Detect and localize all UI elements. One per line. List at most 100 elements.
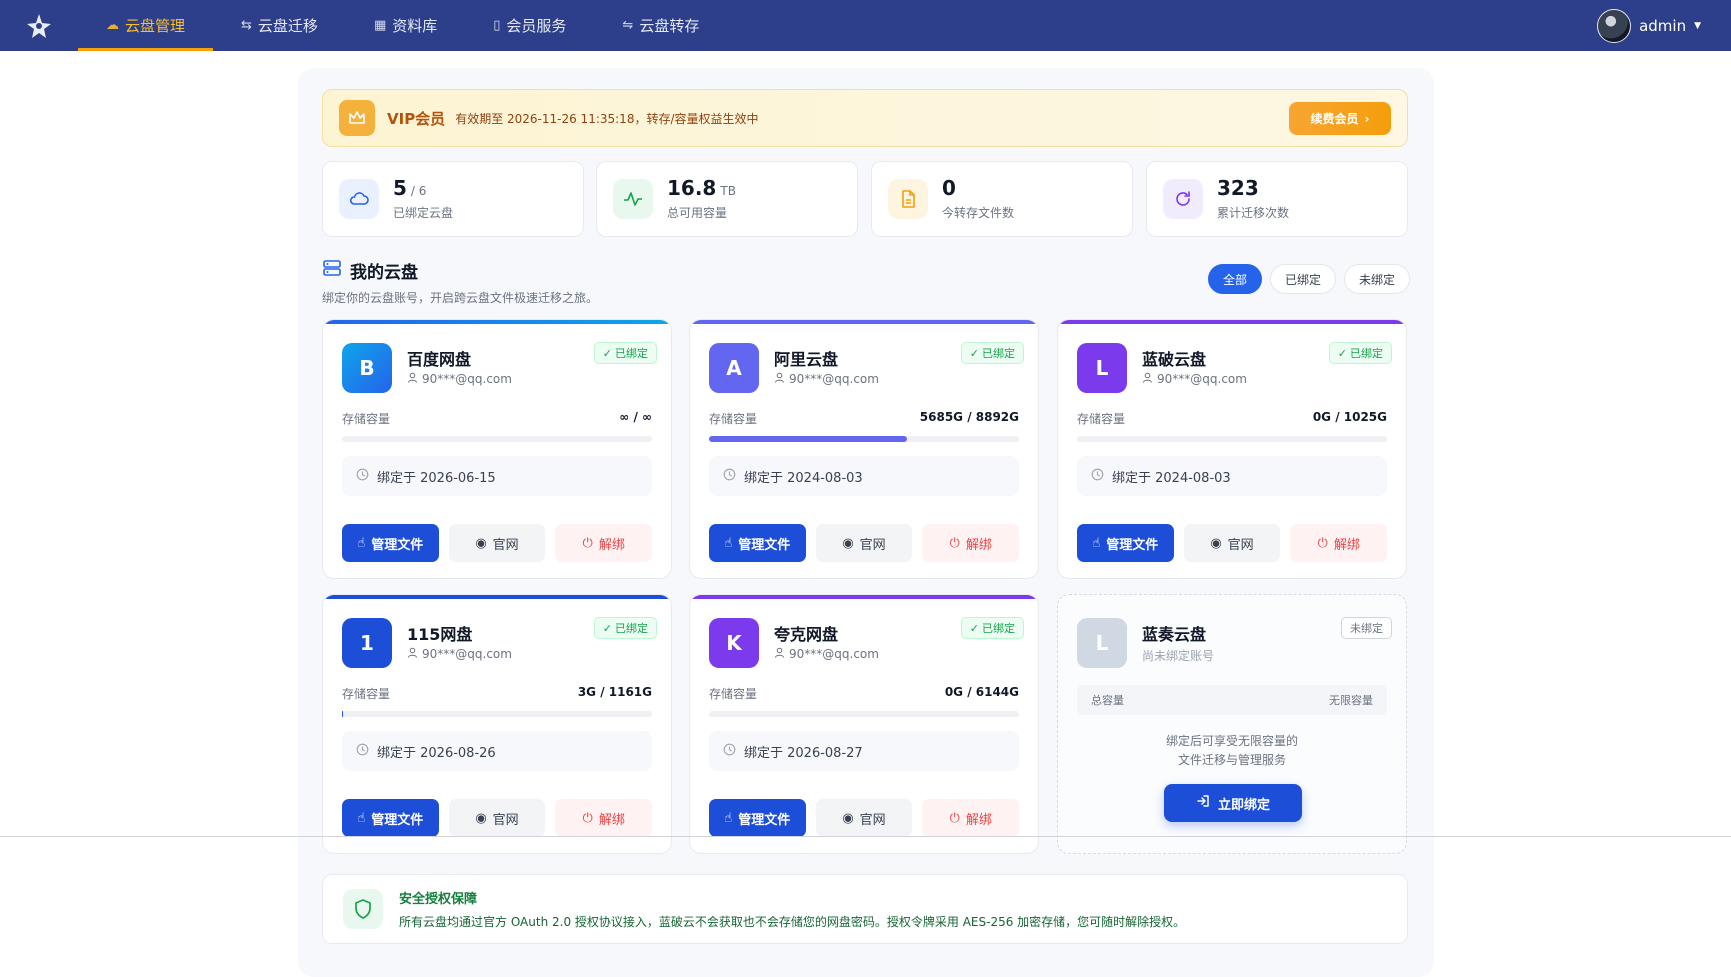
unbind-button[interactable]: ⏻ 解绑 (922, 799, 1020, 837)
drive-name: 115网盘 (407, 625, 473, 644)
bind-now-button[interactable]: 立即绑定 (1164, 784, 1302, 822)
card-actions: ☝ 管理文件 ◉ 官网 ⏻ 解绑 (342, 524, 653, 562)
nav-label: 会员服务 (506, 17, 567, 35)
nav-item-cloud-manage[interactable]: ☁ 云盘管理 (78, 0, 214, 51)
nav-item-cloud-save[interactable]: ⇋ 云盘转存 (594, 0, 727, 51)
nav-item-membership[interactable]: ▯ 会员服务 (465, 0, 594, 51)
unbind-button[interactable]: ⏻ 解绑 (1290, 524, 1388, 562)
account-text: 90***@qq.com (422, 647, 512, 661)
check-icon: ✓ (602, 621, 612, 635)
capacity-value: 无限容量 (1329, 694, 1373, 707)
clock-icon (356, 743, 369, 760)
manage-files-label: 管理文件 (738, 812, 791, 828)
status-badge: 未绑定 (1341, 617, 1392, 639)
chevron-right-icon: › (1364, 111, 1370, 126)
stat-value: 16.8 (667, 175, 717, 200)
power-icon: ⏻ (949, 535, 960, 551)
capacity-value: 0G / 6144G (944, 685, 1019, 699)
manage-files-button[interactable]: ☝ 管理文件 (709, 799, 806, 837)
user-menu[interactable]: admin ▼ (1597, 0, 1701, 51)
status-badge: ✓ 已绑定 (593, 617, 657, 639)
renew-button[interactable]: 续费会员 › (1289, 102, 1391, 135)
drive-account: 90***@qq.com (407, 647, 512, 661)
check-icon: ✓ (602, 346, 612, 360)
clock-icon (1091, 468, 1104, 485)
drive-account: 尚未绑定账号 (1142, 649, 1215, 663)
drive-card-115: 1 115网盘 90***@qq.com ✓ 已绑定 存储容量 3G / 116… (322, 594, 672, 854)
status-label: 已绑定 (982, 347, 1015, 360)
avatar[interactable] (1597, 8, 1632, 43)
capacity-bar (709, 711, 1019, 717)
status-label: 已绑定 (982, 622, 1015, 635)
official-site-button[interactable]: ◉ 官网 (815, 799, 913, 837)
official-site-label: 官网 (859, 537, 886, 553)
user-name: admin (1639, 16, 1687, 35)
nav-item-cloud-migrate[interactable]: ⇆ 云盘迁移 (213, 0, 346, 51)
official-site-label: 官网 (859, 812, 886, 828)
drive-name: 蓝破云盘 (1142, 350, 1207, 369)
nav-label: 云盘迁移 (257, 17, 318, 35)
transfer-icon: ⇆ (241, 18, 252, 33)
stat-total-capacity: 16.8 TB 总可用容量 (596, 161, 858, 237)
official-site-button[interactable]: ◉ 官网 (1183, 524, 1281, 562)
capacity-bar (1077, 436, 1387, 442)
manage-files-label: 管理文件 (1106, 537, 1159, 553)
unbind-button[interactable]: ⏻ 解绑 (555, 524, 653, 562)
activity-icon (613, 179, 653, 219)
cloud-icon (339, 179, 379, 219)
stat-label: 今转存文件数 (942, 205, 1015, 220)
eye-icon: ◉ (1210, 535, 1222, 551)
unbind-label: 解绑 (598, 812, 625, 828)
bind-date-text: 绑定于 2024-08-03 (1112, 470, 1231, 486)
capacity-label: 存储容量 (709, 412, 758, 426)
status-label: 已绑定 (615, 622, 648, 635)
capacity-row: 存储容量 0G / 1025G (1077, 410, 1387, 427)
hand-icon: ☝ (357, 810, 366, 826)
status-badge: ✓ 已绑定 (960, 342, 1024, 364)
renew-label: 续费会员 (1310, 112, 1359, 126)
user-icon (774, 647, 785, 661)
official-site-button[interactable]: ◉ 官网 (448, 524, 546, 562)
capacity-value: ∞ / ∞ (619, 410, 652, 424)
filter-unbound[interactable]: 未绑定 (1343, 264, 1410, 294)
drive-logo: K (709, 618, 759, 668)
drive-account: 90***@qq.com (774, 647, 879, 661)
stat-migrations: 323 累计迁移次数 (1146, 161, 1408, 237)
bind-date: 绑定于 2024-08-03 (1077, 456, 1387, 496)
manage-files-button[interactable]: ☝ 管理文件 (342, 524, 439, 562)
vip-banner: VIP会员 有效期至 2026-11-26 11:35:18，转存/容量权益生效… (322, 89, 1408, 147)
official-site-label: 官网 (492, 812, 519, 828)
server-icon (322, 258, 342, 283)
unbind-button[interactable]: ⏻ 解绑 (555, 799, 653, 837)
grid-icon: ▦ (373, 18, 387, 33)
bind-date-text: 绑定于 2026-06-15 (377, 470, 496, 486)
bookmark-icon: ▯ (493, 18, 501, 33)
official-site-label: 官网 (492, 537, 519, 553)
official-site-button[interactable]: ◉ 官网 (448, 799, 546, 837)
refresh-icon (1163, 179, 1203, 219)
caret-down-icon: ▼ (1694, 20, 1701, 31)
check-icon: ✓ (1337, 346, 1347, 360)
stat-label: 累计迁移次数 (1217, 205, 1290, 220)
section-header: 我的云盘 绑定你的云盘账号，开启跨云盘文件极速迁移之旅。 (322, 258, 598, 306)
unbind-label: 解绑 (965, 812, 992, 828)
drive-logo: A (709, 343, 759, 393)
manage-files-button[interactable]: ☝ 管理文件 (1077, 524, 1174, 562)
unbind-button[interactable]: ⏻ 解绑 (922, 524, 1020, 562)
nav-item-library[interactable]: ▦ 资料库 (346, 0, 465, 51)
clock-icon (356, 468, 369, 485)
filter-all[interactable]: 全部 (1207, 264, 1262, 294)
manage-files-button[interactable]: ☝ 管理文件 (709, 524, 806, 562)
nav-label: 云盘转存 (639, 17, 700, 35)
filter-bound[interactable]: 已绑定 (1269, 264, 1336, 294)
capacity-label: 存储容量 (342, 412, 391, 426)
card-actions: ☝ 管理文件 ◉ 官网 ⏻ 解绑 (709, 799, 1020, 837)
bind-date: 绑定于 2026-06-15 (342, 456, 652, 496)
official-site-button[interactable]: ◉ 官网 (815, 524, 913, 562)
bind-date-text: 绑定于 2024-08-03 (744, 470, 863, 486)
drive-logo: B (342, 343, 392, 393)
capacity-row: 存储容量 ∞ / ∞ (342, 410, 652, 427)
app-logo[interactable] (0, 0, 78, 51)
security-title: 安全授权保障 (399, 892, 478, 907)
manage-files-button[interactable]: ☝ 管理文件 (342, 799, 439, 837)
